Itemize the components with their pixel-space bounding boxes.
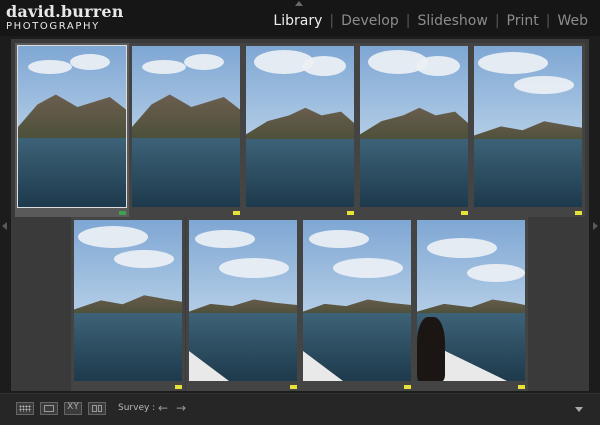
photo-cell[interactable] (357, 43, 471, 217)
photo-thumbnail[interactable] (189, 220, 297, 381)
top-bar: david.burren PHOTOGRAPHY Library | Develop… (0, 0, 600, 36)
photo-thumbnail[interactable] (17, 45, 127, 208)
photo-thumbnail[interactable] (303, 220, 411, 381)
photo-thumbnail[interactable] (360, 46, 468, 207)
photo-thumbnail[interactable] (474, 46, 582, 207)
photo-thumbnail[interactable] (132, 46, 240, 207)
color-label-flag (404, 385, 411, 389)
toolbar-menu-chevron-down-icon[interactable] (575, 407, 583, 412)
color-label-flag (119, 211, 126, 215)
module-separator: | (545, 13, 551, 29)
color-label-flag (518, 385, 525, 389)
module-print[interactable]: Print (507, 13, 539, 29)
view-mode-label: Survey : (118, 403, 156, 413)
loupe-view-icon[interactable] (40, 402, 58, 415)
top-panel-toggle-icon[interactable] (295, 1, 303, 6)
bottom-toolbar: XY Survey : ← → (0, 393, 600, 425)
previous-photo-icon[interactable]: ← (158, 401, 168, 415)
photo-thumbnail[interactable] (74, 220, 182, 381)
color-label-flag (175, 385, 182, 389)
compare-view-icon[interactable]: XY (64, 402, 82, 415)
module-slideshow[interactable]: Slideshow (417, 13, 487, 29)
photo-cell[interactable] (243, 43, 357, 217)
photo-cell[interactable] (71, 217, 185, 391)
left-panel-toggle-icon[interactable] (2, 222, 7, 230)
color-label-flag (461, 211, 468, 215)
color-label-flag (290, 385, 297, 389)
photo-cell[interactable] (414, 217, 528, 391)
photo-cell[interactable] (129, 43, 243, 217)
color-label-flag (575, 211, 582, 215)
photo-cell[interactable] (300, 217, 414, 391)
grid-view-icon[interactable] (16, 402, 34, 415)
photo-thumbnail[interactable] (246, 46, 354, 207)
photo-thumbnail[interactable] (417, 220, 525, 381)
compare-view-label: XY (67, 402, 79, 412)
module-library[interactable]: Library (273, 13, 322, 29)
photo-cell[interactable] (186, 217, 300, 391)
photo-cell[interactable] (15, 43, 129, 217)
identity-plate-subtitle: PHOTOGRAPHY (6, 21, 100, 32)
survey-view-area (11, 39, 589, 391)
color-label-flag (347, 211, 354, 215)
identity-plate: david.burren PHOTOGRAPHY (6, 2, 124, 33)
module-separator: | (494, 13, 500, 29)
module-separator: | (405, 13, 411, 29)
module-develop[interactable]: Develop (341, 13, 399, 29)
module-web[interactable]: Web (557, 13, 588, 29)
module-picker: Library | Develop | Slideshow | Print | Web (273, 13, 588, 29)
module-separator: | (329, 13, 335, 29)
color-label-flag (233, 211, 240, 215)
survey-view-icon[interactable] (88, 402, 106, 415)
photo-cell[interactable] (471, 43, 585, 217)
right-panel-toggle-icon[interactable] (593, 222, 598, 230)
next-photo-icon[interactable]: → (176, 401, 186, 415)
identity-plate-name: david.burren (6, 2, 124, 21)
